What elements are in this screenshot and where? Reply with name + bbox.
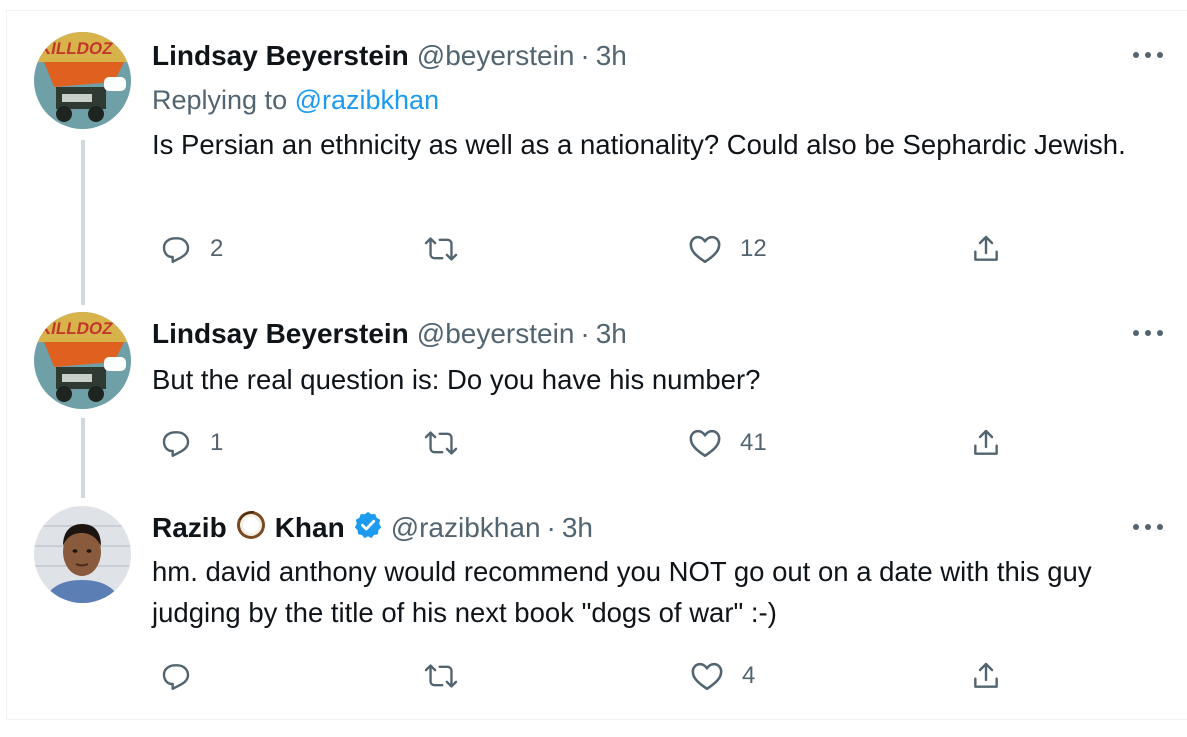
timestamp[interactable]: 3h — [562, 512, 593, 544]
like-icon — [689, 235, 721, 264]
share-icon — [974, 235, 998, 261]
retweet-icon — [424, 664, 458, 688]
retweet-button[interactable] — [424, 229, 476, 269]
thread-line — [81, 418, 85, 498]
share-button[interactable] — [970, 423, 1002, 463]
like-count: 12 — [740, 235, 767, 262]
display-name[interactable]: Lindsay Beyerstein — [152, 318, 409, 350]
user-handle[interactable]: @beyerstein — [417, 40, 575, 72]
share-icon — [974, 662, 998, 688]
tweet-actions: 4 — [152, 656, 1052, 696]
like-button[interactable]: 4 — [690, 656, 755, 696]
tweet-header: Lindsay Beyerstein @beyerstein · 3h — [152, 317, 627, 351]
verified-icon — [353, 510, 383, 547]
reply-icon — [162, 237, 190, 263]
coconut-emoji-icon — [235, 509, 267, 548]
tweet-actions: 1 41 — [152, 423, 1052, 463]
avatar-razib[interactable] — [34, 506, 131, 603]
timestamp[interactable]: 3h — [596, 40, 627, 72]
user-handle[interactable]: @beyerstein — [417, 318, 575, 350]
reply-count: 2 — [210, 235, 224, 262]
reply-button[interactable]: 1 — [160, 423, 223, 463]
replying-to-link[interactable]: @razibkhan — [295, 85, 439, 115]
retweet-button[interactable] — [424, 656, 476, 696]
separator: · — [546, 512, 556, 543]
retweet-icon — [424, 431, 458, 455]
like-count: 41 — [740, 429, 767, 456]
retweet-icon — [424, 237, 458, 261]
share-button[interactable] — [970, 229, 1002, 269]
reply-count: 1 — [210, 429, 224, 456]
more-icon — [1133, 52, 1163, 58]
display-name[interactable]: Lindsay Beyerstein — [152, 40, 409, 72]
like-button[interactable]: 12 — [688, 229, 767, 269]
avatar-lindsay[interactable]: KILLDOZ — [34, 32, 131, 129]
separator: · — [580, 318, 590, 349]
like-count: 4 — [742, 662, 756, 689]
tweet-text: hm. david anthony would recommend you NO… — [152, 556, 1092, 628]
display-name-last[interactable]: Khan — [275, 512, 345, 544]
like-icon — [689, 429, 721, 458]
reply-icon — [162, 431, 190, 457]
tweet-header: Lindsay Beyerstein @beyerstein · 3h — [152, 39, 627, 73]
replying-to: Replying to @razibkhan — [152, 85, 439, 116]
reply-icon — [162, 664, 190, 690]
user-handle[interactable]: @razibkhan — [391, 512, 541, 544]
reply-button[interactable] — [160, 656, 210, 696]
retweet-button[interactable] — [424, 423, 476, 463]
like-button[interactable]: 41 — [688, 423, 767, 463]
tweet-text: But the real question is: Do you have hi… — [152, 364, 761, 395]
share-button[interactable] — [970, 656, 1002, 696]
reply-button[interactable]: 2 — [160, 229, 223, 269]
more-icon — [1133, 330, 1163, 336]
more-button[interactable] — [1128, 512, 1168, 542]
replying-prefix: Replying to — [152, 85, 288, 115]
avatar-lindsay[interactable]: KILLDOZ — [34, 312, 131, 409]
tweet-header: Razib Khan @razibkhan · 3h — [152, 509, 593, 548]
separator: · — [580, 40, 590, 71]
more-button[interactable] — [1128, 40, 1168, 70]
thread-line — [81, 140, 85, 305]
timestamp[interactable]: 3h — [596, 318, 627, 350]
like-icon — [691, 662, 723, 691]
more-button[interactable] — [1128, 318, 1168, 348]
more-icon — [1133, 524, 1163, 530]
display-name-first[interactable]: Razib — [152, 512, 227, 544]
share-icon — [974, 429, 998, 455]
tweet-actions: 2 12 — [152, 229, 1052, 269]
tweet-text: Is Persian an ethnicity as well as a nat… — [152, 129, 1126, 160]
